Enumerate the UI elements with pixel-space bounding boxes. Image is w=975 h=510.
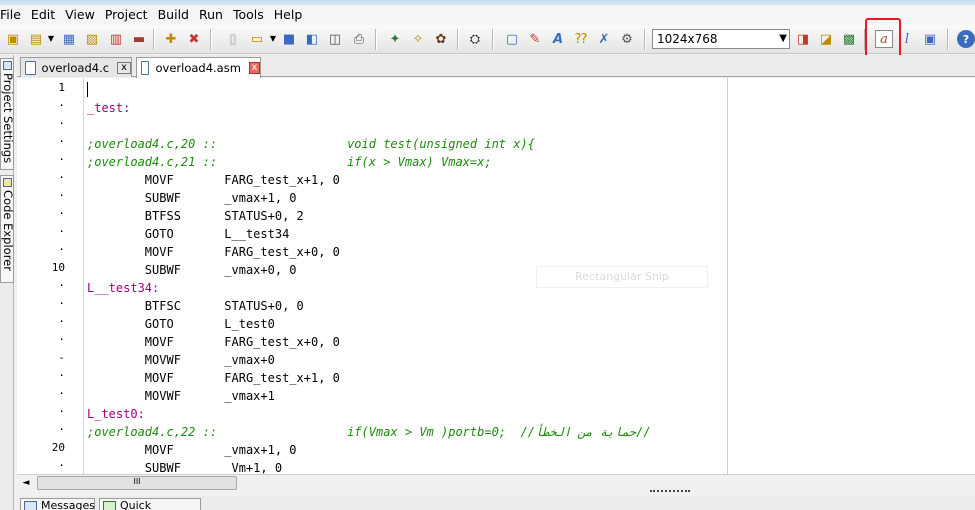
- remove-file-icon[interactable]: ✖: [185, 30, 203, 48]
- build-all-icon[interactable]: ✧: [409, 30, 427, 48]
- bottom-panel-tabs: Messages Quick Converter: [17, 496, 975, 510]
- new-file-icon[interactable]: ▯: [224, 30, 242, 48]
- chart-tool-icon[interactable]: ✎: [526, 30, 544, 48]
- code-label-line: L_test0:: [87, 407, 145, 421]
- text-cursor: [87, 82, 88, 97]
- project-settings-tab[interactable]: Project Settings: [0, 58, 14, 170]
- help-tool-icon[interactable]: ⁇: [572, 30, 590, 48]
- code-line: MOVWF _vmax+0: [87, 353, 275, 367]
- code-editor[interactable]: 1·········10····-····20·· _test:;overloa…: [17, 78, 975, 474]
- edit-project-icon[interactable]: ▧: [83, 30, 101, 48]
- lcd-tool-icon[interactable]: ▣: [921, 30, 939, 48]
- file-icon: [25, 60, 36, 75]
- toolbar-separator: [644, 29, 646, 50]
- tab-quick-converter[interactable]: Quick Converter: [99, 498, 201, 510]
- menu-file[interactable]: File: [0, 5, 26, 25]
- code-explorer-icon: [3, 178, 12, 187]
- code-lines: _test:;overload4.c,20 :: void test(unsig…: [17, 78, 975, 474]
- code-line: BTFSS STATUS+0, 2: [87, 209, 304, 223]
- menu-help[interactable]: Help: [269, 5, 308, 25]
- save-project-icon[interactable]: ▦: [60, 30, 78, 48]
- panel-resize-grip[interactable]: [650, 490, 690, 494]
- menu-run[interactable]: Run: [194, 5, 228, 25]
- toolbar-separator: [864, 29, 866, 50]
- options-icon[interactable]: ⚙: [618, 30, 636, 48]
- toolbar-separator: [210, 29, 212, 50]
- menu-project[interactable]: Project: [100, 5, 153, 25]
- tab-messages[interactable]: Messages: [20, 498, 95, 510]
- code-line: MOVF FARG_test_x+1, 0: [87, 173, 340, 187]
- menu-bar: File Edit View Project Build Run Tools H…: [0, 5, 975, 25]
- menu-edit[interactable]: Edit: [26, 5, 60, 25]
- layout-icon[interactable]: ◪: [817, 30, 835, 48]
- right-margin-line: [727, 78, 728, 474]
- project-settings-icon: [3, 61, 12, 70]
- code-line: GOTO L__test34: [87, 227, 290, 241]
- save-file-icon[interactable]: ■: [280, 30, 298, 48]
- code-line: BTFSC STATUS+0, 0: [87, 299, 304, 313]
- menu-build[interactable]: Build: [153, 5, 194, 25]
- code-line: SUBWF _vmax+1, 0: [87, 191, 297, 205]
- code-label-line: L__test34:: [87, 281, 160, 295]
- messages-icon: [24, 501, 37, 510]
- quick-converter-icon: [103, 501, 116, 510]
- print-project-icon[interactable]: ▬: [130, 30, 148, 48]
- scroll-left-icon[interactable]: ◄: [19, 476, 33, 490]
- toolbar-separator: [375, 29, 377, 50]
- left-side-panel: Project Settings Code Explorer: [0, 55, 14, 510]
- seven-segment-icon[interactable]: l: [898, 30, 916, 48]
- document-tabs: overload4.c x overload4.asm x: [17, 55, 975, 78]
- print-preview-icon[interactable]: ◫: [326, 30, 344, 48]
- add-file-icon[interactable]: ✚: [162, 30, 180, 48]
- print-icon[interactable]: ⎙: [350, 30, 368, 48]
- code-line: MOVF FARG_test_x+0, 0: [87, 335, 340, 349]
- dropdown-arrow-icon[interactable]: ▼: [42, 30, 60, 48]
- font-tool-icon[interactable]: A: [549, 30, 567, 48]
- monitor-icon[interactable]: ▢: [503, 30, 521, 48]
- build-icon[interactable]: ✦: [386, 30, 404, 48]
- code-comment-line: ;overload4.c,22 :: if(Vmax > Vm )portb=0…: [87, 425, 651, 439]
- help-icon[interactable]: ?: [957, 30, 975, 48]
- snip-overlay-label: Rectangular Snip: [536, 266, 708, 288]
- close-project-icon[interactable]: ▥: [107, 30, 125, 48]
- close-icon[interactable]: x: [117, 61, 131, 74]
- ascii-chart-icon[interactable]: a: [875, 30, 893, 48]
- menu-view[interactable]: View: [60, 5, 100, 25]
- build-program-icon[interactable]: ✿: [432, 30, 450, 48]
- toolbar: ▣ ▤ ▼ ▦ ▧ ▥ ▬ ✚ ✖ ▯ ▭ ▼ ■ ◧ ◫ ⎙ ✦ ✧ ✿ ⛭ …: [0, 25, 975, 54]
- close-icon[interactable]: x: [248, 62, 260, 74]
- toolbar-separator: [947, 29, 949, 50]
- code-line: SUBWF _vmax+0, 0: [87, 263, 297, 277]
- grid-icon[interactable]: ▩: [840, 30, 858, 48]
- code-line: MOVF FARG_test_x+0, 0: [87, 245, 340, 259]
- toolbar-separator: [153, 29, 155, 50]
- code-explorer-tab[interactable]: Code Explorer: [0, 175, 14, 283]
- code-line: MOVWF _vmax+1: [87, 389, 275, 403]
- scroll-thumb[interactable]: III: [37, 476, 237, 490]
- code-line: SUBWF Vm+1, 0: [87, 461, 283, 474]
- tab-overload4-asm[interactable]: overload4.asm x: [136, 57, 261, 78]
- code-line: GOTO L_test0: [87, 317, 275, 331]
- code-comment-line: ;overload4.c,21 :: if(x > Vmax) Vmax=x;: [87, 155, 492, 169]
- active-comments-icon[interactable]: ✗: [595, 30, 613, 48]
- chevron-down-icon: ▼: [779, 33, 787, 44]
- window-icon[interactable]: ◨: [794, 30, 812, 48]
- programmer-icon[interactable]: ⛭: [466, 30, 484, 48]
- new-project-icon[interactable]: ▣: [4, 30, 22, 48]
- code-line: MOVF _vmax+1, 0: [87, 443, 297, 457]
- toolbar-separator: [492, 29, 494, 50]
- save-all-icon[interactable]: ◧: [303, 30, 321, 48]
- tab-overload4-c[interactable]: overload4.c x: [20, 57, 132, 77]
- code-comment-line: ;overload4.c,20 :: void test(unsigned in…: [87, 137, 535, 151]
- menu-tools[interactable]: Tools: [228, 5, 269, 25]
- horizontal-scrollbar[interactable]: ◄ III: [17, 474, 975, 491]
- code-line: MOVF FARG_test_x+1, 0: [87, 371, 340, 385]
- file-icon: [141, 61, 150, 75]
- code-label-line: _test:: [87, 101, 131, 115]
- resolution-select[interactable]: 1024x768 ▼: [652, 29, 790, 49]
- toolbar-separator: [457, 29, 459, 50]
